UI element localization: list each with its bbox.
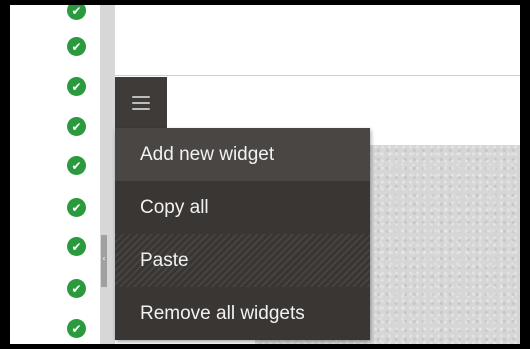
check-circle-icon: ✔ [67,77,86,96]
widget-menu-button[interactable] [115,77,167,129]
menu-item-add-new-widget[interactable]: Add new widget [115,128,370,181]
app-area: ✔ ✔ ✔ ✔ ✔ ✔ ✔ ✔ ✔ ‹ Add new widget Copy … [10,5,520,344]
check-circle-icon: ✔ [67,5,86,20]
check-circle-icon: ✔ [67,198,86,217]
menu-item-remove-all-widgets[interactable]: Remove all widgets [115,287,370,340]
status-column: ✔ ✔ ✔ ✔ ✔ ✔ ✔ ✔ ✔ [10,5,100,344]
panel-splitter[interactable] [100,5,115,344]
check-circle-icon: ✔ [67,279,86,298]
check-circle-icon: ✔ [67,319,86,338]
menu-item-paste[interactable]: Paste [115,234,370,287]
hamburger-icon [132,96,150,110]
menu-item-copy-all[interactable]: Copy all [115,181,370,234]
widget-dropdown-menu: Add new widget Copy all Paste Remove all… [115,128,370,340]
chevron-left-icon[interactable]: ‹ [101,254,107,264]
check-circle-icon: ✔ [67,156,86,175]
check-circle-icon: ✔ [67,37,86,56]
screenshot-frame: ✔ ✔ ✔ ✔ ✔ ✔ ✔ ✔ ✔ ‹ Add new widget Copy … [0,0,530,349]
content-header [115,5,520,75]
check-circle-icon: ✔ [67,237,86,256]
check-circle-icon: ✔ [67,117,86,136]
